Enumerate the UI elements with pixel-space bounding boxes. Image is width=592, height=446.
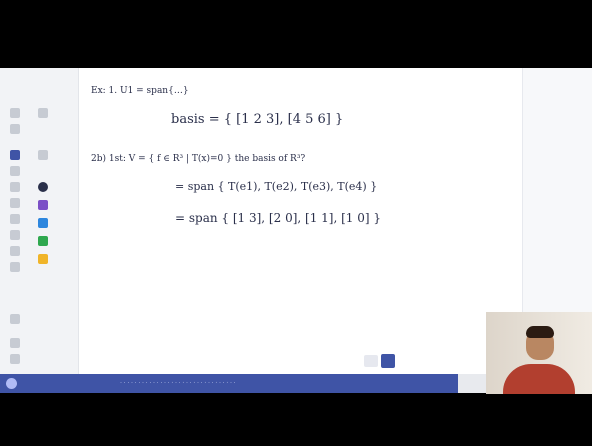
pen-style-icon[interactable] xyxy=(38,150,48,160)
undo-icon[interactable] xyxy=(10,108,20,118)
pen-tool-icon[interactable] xyxy=(10,166,20,176)
color-swatch-yellow[interactable] xyxy=(38,254,48,264)
color-swatch-blue[interactable] xyxy=(38,218,48,228)
settings-icon[interactable] xyxy=(10,338,20,348)
eraser-icon[interactable] xyxy=(10,198,20,208)
redo-icon[interactable] xyxy=(10,124,20,134)
handwriting-line-2: basis = { [1 2 3], [4 5 6] } xyxy=(171,112,344,127)
shape-tool-icon[interactable] xyxy=(10,214,20,224)
highlighter-icon[interactable] xyxy=(10,182,20,192)
handwriting-line-3: 2b) 1st: V = { f ∈ R³ | T(x)=0 } the bas… xyxy=(91,154,306,164)
bottom-status-text: · · · · · · · · · · · · · · · · · · · · … xyxy=(120,380,236,386)
status-icon[interactable] xyxy=(6,378,17,389)
presenter-hair xyxy=(526,326,554,338)
whiteboard-canvas[interactable]: Ex: 1. U1 = span{…} basis = { [1 2 3], [… xyxy=(79,68,522,374)
laser-tool-icon[interactable] xyxy=(10,262,20,272)
page-total[interactable] xyxy=(381,354,395,368)
pen-size-icon[interactable] xyxy=(38,108,48,118)
handwriting-line-4: = span { T(e1), T(e2), T(e3), T(e4) } xyxy=(175,180,378,193)
tool-rail xyxy=(0,68,79,374)
select-tool-icon[interactable] xyxy=(10,150,20,160)
handwriting-line-5: = span { [1 3], [2 0], [1 1], [1 0] } xyxy=(175,211,381,225)
page-current[interactable] xyxy=(364,355,378,367)
help-icon[interactable] xyxy=(10,354,20,364)
webcam-overlay xyxy=(486,312,592,394)
color-swatch-green[interactable] xyxy=(38,236,48,246)
text-tool-icon[interactable] xyxy=(10,230,20,240)
zoom-icon[interactable] xyxy=(10,314,20,324)
handwriting-line-1: Ex: 1. U1 = span{…} xyxy=(91,86,189,96)
page-indicator[interactable] xyxy=(364,354,398,368)
color-swatch-black[interactable] xyxy=(38,182,48,192)
image-tool-icon[interactable] xyxy=(10,246,20,256)
bottom-status-bar: · · · · · · · · · · · · · · · · · · · · … xyxy=(0,374,458,393)
color-swatch-purple[interactable] xyxy=(38,200,48,210)
